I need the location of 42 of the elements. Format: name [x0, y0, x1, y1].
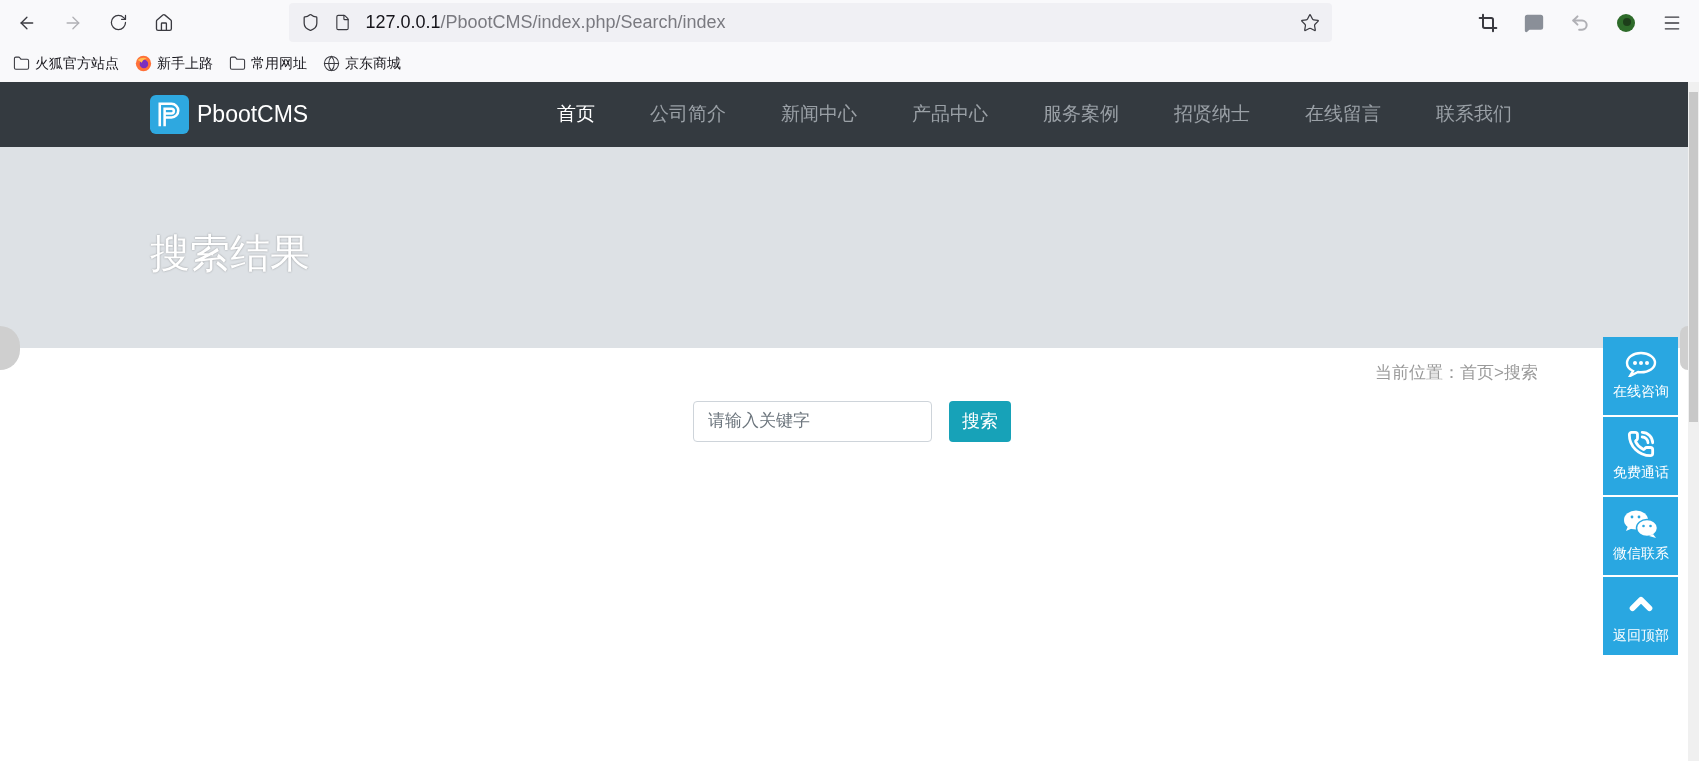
speech-bubble-icon	[1624, 350, 1657, 377]
globe-icon	[323, 55, 340, 72]
bookmark-item[interactable]: 新手上路	[135, 53, 213, 74]
breadcrumb-separator: >	[1494, 362, 1504, 384]
page-icon	[334, 14, 352, 31]
crop-icon[interactable]	[1478, 12, 1498, 33]
nav-link[interactable]: 首页	[557, 100, 595, 129]
folder-icon	[13, 55, 30, 72]
browser-logo-icon	[135, 55, 152, 72]
side-float-button[interactable]: 返回顶部	[1603, 577, 1678, 655]
search-field[interactable]: 请输入关键字	[693, 400, 932, 442]
bookmark-item[interactable]: 京东商城	[323, 53, 401, 74]
page-edge-handle[interactable]	[0, 326, 20, 370]
nav-link[interactable]: 联系我们	[1436, 100, 1512, 129]
nav-link[interactable]: 公司简介	[650, 100, 726, 129]
bookmark-item[interactable]: 火狐官方站点	[13, 53, 119, 74]
page-edge-handle[interactable]	[1680, 326, 1688, 370]
phone-icon	[1626, 429, 1655, 458]
address-bar[interactable]: 127.0.0.1/PbootCMS/index.php/Search/index	[289, 3, 1332, 42]
side-float-button[interactable]: 免费通话	[1603, 417, 1678, 495]
side-float-button[interactable]: 在线咨询	[1603, 337, 1678, 415]
speech-bubble-icon[interactable]	[1524, 12, 1544, 33]
nav-link[interactable]: 新闻中心	[781, 100, 857, 129]
logo-icon	[150, 95, 189, 134]
logo-text[interactable]: PbootCMS	[197, 97, 309, 132]
search-button[interactable]: 搜索	[949, 400, 1011, 442]
side-float-button[interactable]: 微信联系	[1603, 497, 1678, 575]
bookmark-star-icon[interactable]	[1300, 12, 1320, 33]
breadcrumb-link[interactable]: 搜索	[1504, 360, 1538, 386]
nav-link[interactable]: 服务案例	[1043, 100, 1119, 129]
extension-icon[interactable]	[1616, 12, 1636, 33]
breadcrumb-label: 当前位置：	[1375, 362, 1461, 384]
nav-link[interactable]: 招贤纳士	[1174, 100, 1250, 129]
home-icon[interactable]	[153, 12, 174, 33]
bookmark-item[interactable]: 常用网址	[229, 53, 307, 74]
nav-link[interactable]: 产品中心	[912, 100, 988, 129]
chat-bubbles-icon	[1622, 508, 1659, 539]
breadcrumb-link[interactable]: 首页	[1460, 360, 1495, 386]
nav-link[interactable]: 在线留言	[1305, 100, 1381, 129]
url-text: 127.0.0.1/PbootCMS/index.php/Search/index	[365, 11, 726, 34]
reload-icon[interactable]	[108, 13, 128, 32]
folder-icon	[229, 55, 246, 72]
